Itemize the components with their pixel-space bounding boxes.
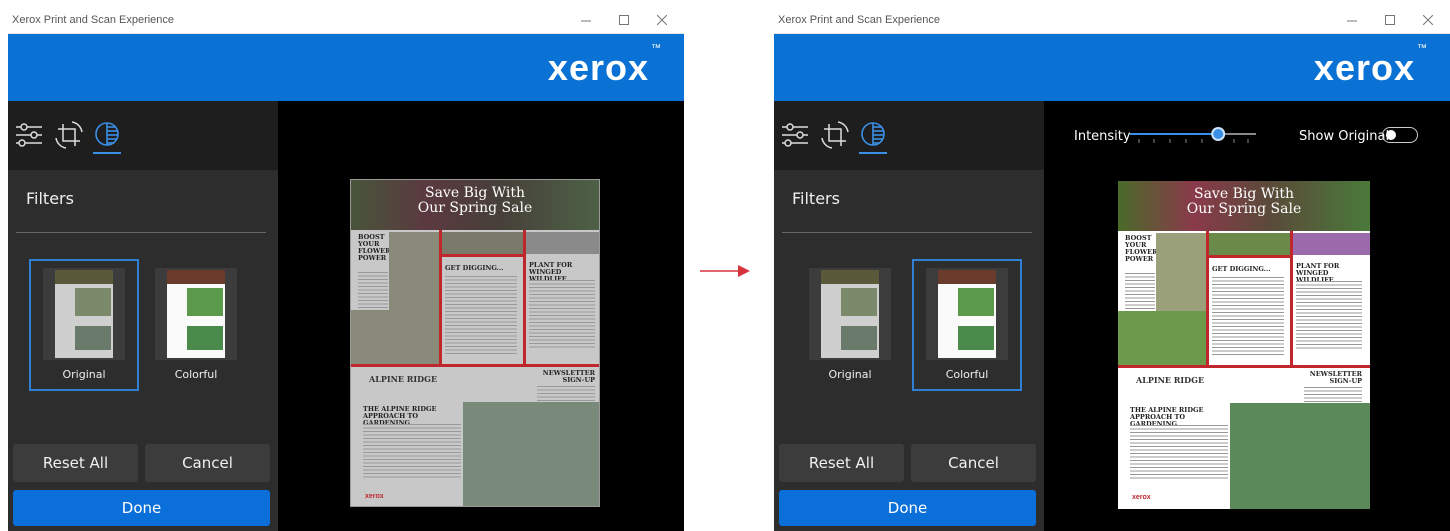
- doc-photo-flowers: [1293, 233, 1370, 255]
- filters-icon[interactable]: [90, 118, 124, 152]
- filter-thumb-colorful[interactable]: [926, 268, 1008, 360]
- toggle-knob: [1386, 130, 1396, 140]
- thumb-photo: [187, 326, 223, 350]
- crop-rotate-icon[interactable]: [818, 118, 852, 152]
- app-window-after: Xerox Print and Scan Experience xerox ™ I…: [774, 0, 1450, 531]
- doc-photo-tools: [1209, 233, 1290, 255]
- thumb-hero: [938, 270, 996, 284]
- filter-thumb-original[interactable]: [43, 268, 125, 360]
- minimize-icon[interactable]: [572, 8, 600, 32]
- filters-icon[interactable]: [856, 118, 890, 152]
- show-original-label: Show Original: [1299, 129, 1390, 144]
- title-bar: Xerox Print and Scan Experience: [8, 0, 684, 34]
- intensity-label: Intensity: [1074, 129, 1131, 144]
- doc-footer-logo: xerox: [365, 493, 384, 500]
- thumb-page: [821, 270, 879, 358]
- filter-thumb-original[interactable]: [809, 268, 891, 360]
- tool-bar: [774, 101, 1044, 170]
- cancel-button[interactable]: Cancel: [911, 444, 1036, 482]
- title-bar: Xerox Print and Scan Experience: [774, 0, 1450, 34]
- thumb-photo: [958, 288, 994, 316]
- doc-red-rule: [1208, 255, 1292, 258]
- doc-newsletter-title: NEWSLETTER SIGN-UP: [1309, 370, 1362, 385]
- doc-photo-tools: [442, 232, 523, 254]
- thumb-hero: [55, 270, 113, 284]
- thumb-photo: [841, 288, 877, 316]
- filter-thumb-colorful[interactable]: [155, 268, 237, 360]
- show-original-toggle[interactable]: [1382, 127, 1418, 143]
- doc-footer-logo: xerox: [1132, 494, 1151, 501]
- doc-red-rule: [441, 254, 525, 257]
- doc-headline: Save Big With Our Spring Sale: [1186, 186, 1302, 217]
- slider-ticks: [1138, 139, 1249, 143]
- filter-label-colorful: Colorful: [174, 368, 218, 381]
- active-tool-indicator: [93, 152, 121, 154]
- thumb-photo: [75, 288, 111, 316]
- adjustments-icon[interactable]: [12, 118, 46, 152]
- doc-text-block: [529, 280, 595, 350]
- doc-text-block: [1296, 281, 1362, 351]
- doc-photo-garden: [1118, 311, 1206, 365]
- adjustments-icon[interactable]: [778, 118, 812, 152]
- thumb-hero: [821, 270, 879, 284]
- thumb-hero: [167, 270, 225, 284]
- filters-title: Filters: [792, 189, 840, 208]
- slider-thumb[interactable]: [1211, 127, 1226, 141]
- doc-text-block: [1130, 425, 1228, 481]
- filter-label-original: Original: [62, 368, 106, 381]
- doc-photo-girl: [1230, 403, 1370, 509]
- cancel-button[interactable]: Cancel: [145, 444, 270, 482]
- thumb-page: [55, 270, 113, 358]
- reset-all-button[interactable]: Reset All: [779, 444, 904, 482]
- thumb-photo: [75, 326, 111, 350]
- reset-all-button[interactable]: Reset All: [13, 444, 138, 482]
- xerox-logo: xerox ™: [547, 43, 662, 88]
- xerox-logo: xerox ™: [1313, 43, 1428, 88]
- thumb-page: [938, 270, 996, 358]
- document-preview: Save Big With Our Spring Sale BOOST YOUR …: [350, 179, 600, 507]
- maximize-icon[interactable]: [1376, 8, 1404, 32]
- doc-brand-name: ALPINE RIDGE: [369, 374, 438, 384]
- doc-brand-name: ALPINE RIDGE: [1136, 375, 1205, 385]
- thumb-photo: [841, 326, 877, 350]
- doc-text-block: [1212, 277, 1284, 357]
- doc-photo-garden: [351, 310, 439, 364]
- doc-red-rule: [351, 364, 599, 367]
- filter-label-colorful: Colorful: [945, 368, 989, 381]
- doc-red-rule: [1118, 365, 1370, 368]
- close-icon[interactable]: [1414, 8, 1442, 32]
- doc-newsletter-title: NEWSLETTER SIGN-UP: [542, 369, 595, 384]
- doc-photo-woman: [389, 232, 439, 310]
- thumb-photo: [187, 288, 223, 316]
- tool-bar: [8, 101, 278, 170]
- thumb-photo: [958, 326, 994, 350]
- doc-text-block: [363, 424, 461, 480]
- app-window-before: Xerox Print and Scan Experience xerox ™ F…: [8, 0, 684, 531]
- doc-text-block: [445, 276, 517, 356]
- doc-headline: Save Big With Our Spring Sale: [417, 185, 533, 216]
- crop-rotate-icon[interactable]: [52, 118, 86, 152]
- divider: [16, 232, 266, 233]
- document-preview: Save Big With Our Spring Sale BOOST YOUR …: [1118, 181, 1370, 509]
- maximize-icon[interactable]: [610, 8, 638, 32]
- doc-photo-woman: [1156, 233, 1206, 311]
- doc-photo-flowers: [526, 232, 599, 254]
- done-button[interactable]: Done: [13, 490, 270, 526]
- divider: [782, 232, 1032, 233]
- minimize-icon[interactable]: [1338, 8, 1366, 32]
- transition-arrow-icon: [700, 265, 750, 277]
- doc-photo-girl: [463, 402, 599, 506]
- window-title: Xerox Print and Scan Experience: [12, 14, 175, 26]
- filter-label-original: Original: [828, 368, 872, 381]
- filters-title: Filters: [26, 189, 74, 208]
- window-title: Xerox Print and Scan Experience: [778, 14, 941, 26]
- done-button[interactable]: Done: [779, 490, 1036, 526]
- doc-digging-title: GET DIGGING...: [1212, 265, 1271, 273]
- thumb-page: [167, 270, 225, 358]
- doc-digging-title: GET DIGGING...: [445, 264, 504, 272]
- intensity-slider[interactable]: [1130, 126, 1256, 146]
- close-icon[interactable]: [648, 8, 676, 32]
- active-tool-indicator: [859, 152, 887, 154]
